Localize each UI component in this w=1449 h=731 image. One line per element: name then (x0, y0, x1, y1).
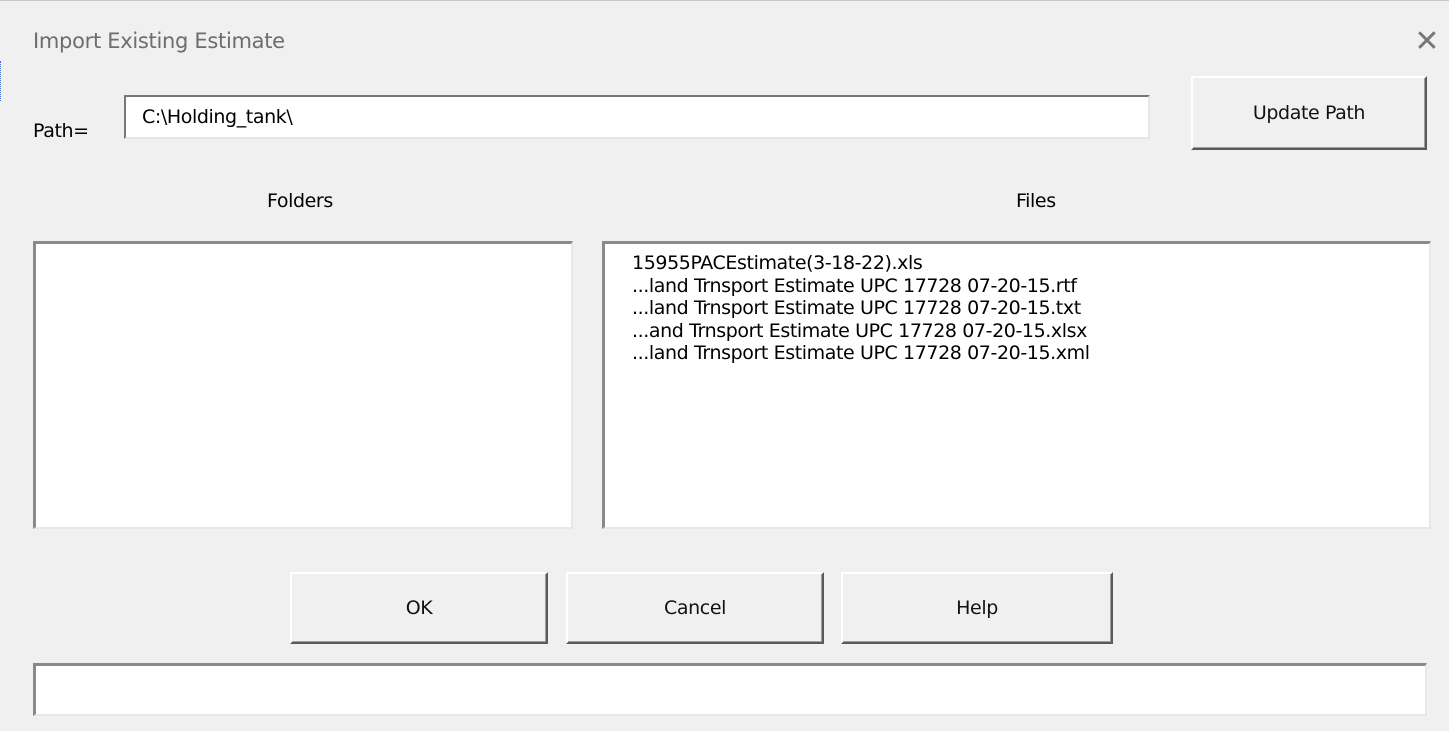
path-input[interactable] (124, 95, 1150, 139)
close-icon[interactable]: ✕ (1410, 25, 1444, 59)
file-list-item[interactable]: ...land Trnsport Estimate UPC 17728 07-2… (632, 342, 1429, 365)
status-field[interactable] (33, 663, 1427, 716)
update-path-button[interactable]: Update Path (1191, 76, 1427, 150)
files-listbox[interactable]: 15955PACEstimate(3-18-22).xls ...land Tr… (602, 241, 1431, 529)
file-list-item[interactable]: ...land Trnsport Estimate UPC 17728 07-2… (632, 275, 1429, 298)
path-label: Path= (33, 120, 89, 142)
help-button[interactable]: Help (841, 572, 1113, 644)
files-label: Files (1016, 190, 1056, 212)
folders-label: Folders (267, 190, 333, 212)
dialog-title: Import Existing Estimate (33, 29, 285, 53)
file-list-item[interactable]: ...land Trnsport Estimate UPC 17728 07-2… (632, 297, 1429, 320)
ok-button[interactable]: OK (290, 572, 548, 644)
file-list-item[interactable]: 15955PACEstimate(3-18-22).xls (632, 252, 1429, 275)
import-estimate-dialog: Import Existing Estimate ✕ Path= Update … (0, 0, 1449, 731)
focus-edge-marker (0, 61, 2, 101)
folders-listbox[interactable] (33, 241, 573, 529)
cancel-button[interactable]: Cancel (566, 572, 824, 644)
file-list-item[interactable]: ...and Trnsport Estimate UPC 17728 07-20… (632, 320, 1429, 343)
